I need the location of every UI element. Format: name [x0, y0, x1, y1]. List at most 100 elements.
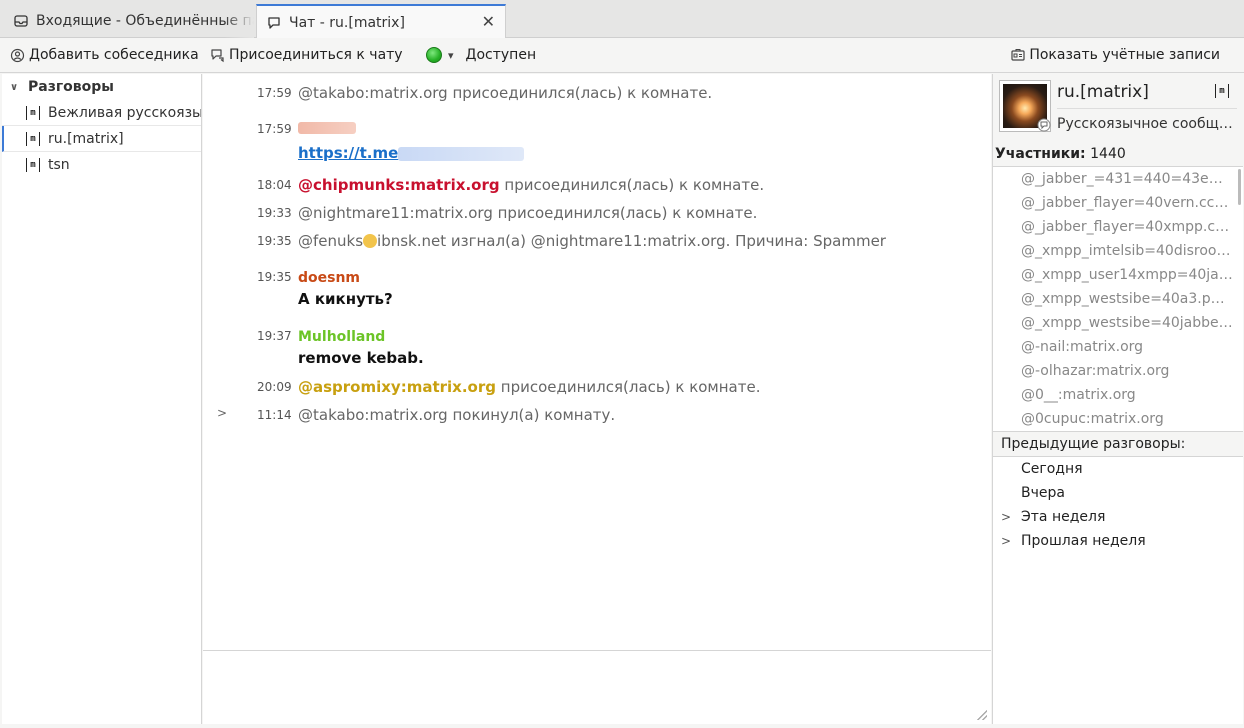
tab-bar: Входящие - Объединённые папки Чат - ru.[… [0, 0, 1244, 39]
message-text-b: ibnsk.net изгнал(а) @nightmare11:matrix.… [377, 232, 886, 250]
add-contact-icon [10, 48, 25, 62]
previous-item-label: Прошлая неделя [1021, 533, 1146, 549]
message-time: 18:04 [257, 178, 292, 192]
message-author-redacted [298, 122, 356, 138]
message-text: @chipmunks:matrix.org присоединился(лась… [298, 176, 764, 194]
tab-inbox[interactable]: Входящие - Объединённые папки [4, 4, 254, 38]
message-text: @fenuks ibnsk.net изгнал(а) @nightmare11:… [298, 232, 886, 250]
chevron-down-icon: ∨ [10, 81, 19, 93]
previous-item-today[interactable]: Сегодня [993, 457, 1243, 481]
chevron-right-icon[interactable]: > [1001, 505, 1011, 529]
join-chat-button[interactable]: Присоединиться к чату [210, 38, 403, 72]
message-input-area [203, 650, 991, 724]
message-nick[interactable]: @aspromixy:matrix.org [298, 378, 496, 396]
show-accounts-label: Показать учётные записи [1029, 47, 1220, 63]
add-contact-label: Добавить собеседника [29, 47, 199, 63]
chat-icon [268, 16, 280, 29]
status-online-icon [426, 47, 442, 63]
message-time: 19:37 [257, 329, 292, 343]
join-chat-icon [211, 48, 224, 62]
divider [1057, 108, 1237, 109]
participant-item[interactable]: @_jabber_=431=440=43e=43... [993, 167, 1243, 191]
participant-item[interactable]: @-nail:matrix.org [993, 335, 1243, 359]
participant-item[interactable]: @_xmpp_westsibe=40a3.pm:... [993, 287, 1243, 311]
message-input[interactable] [203, 651, 991, 724]
message-text: @aspromixy:matrix.org присоединился(лась… [298, 378, 761, 396]
message-time: 19:33 [257, 206, 292, 220]
add-contact-button[interactable]: Добавить собеседника [10, 38, 199, 72]
participant-item[interactable]: @_jabber_flayer=40vern.cc:ve... [993, 191, 1243, 215]
message-text: @takabo:matrix.org покинул(а) комнату. [298, 406, 616, 424]
chevron-right-icon[interactable]: > [217, 406, 227, 420]
chevron-right-icon[interactable]: > [1001, 529, 1011, 553]
status-label: Доступен [465, 47, 537, 63]
participants-header: Участники: 1440 [995, 146, 1126, 162]
room-info-panel: ru.[matrix] m Русскоязычное сообщество У… [992, 74, 1244, 724]
message-text-a: @fenuks [298, 232, 364, 250]
participant-item[interactable]: @_xmpp_imtelsib=40disroot.... [993, 239, 1243, 263]
conversation-label: Вежливая русскоязычная [48, 104, 201, 121]
join-chat-label: Присоединиться к чату [229, 47, 403, 63]
conversation-item-selected[interactable]: m ru.[matrix] [2, 126, 201, 152]
participants-label: Участники: [995, 146, 1086, 162]
close-icon[interactable]: ✕ [482, 14, 495, 30]
matrix-icon: m [26, 105, 40, 120]
message-text: @nightmare11:matrix.org присоединился(ла… [298, 204, 758, 222]
previous-item-label: Эта неделя [1021, 509, 1106, 525]
message-body: А кикнуть? [298, 290, 393, 308]
smile-emoji-icon [363, 234, 378, 248]
participant-item[interactable]: @_xmpp_westsibe=40jabber.r... [993, 311, 1243, 335]
conversation-item[interactable]: m tsn [2, 152, 201, 178]
conversations-header[interactable]: ∨ Разговоры [2, 74, 201, 100]
resize-grip-icon[interactable] [977, 710, 987, 720]
previous-item-this-week[interactable]: > Эта неделя [993, 505, 1243, 529]
message-link[interactable]: https://t.me [298, 144, 398, 162]
participants-count: 1440 [1090, 146, 1126, 162]
toolbar: Добавить собеседника Присоединиться к ча… [0, 38, 1244, 73]
participant-item[interactable]: @_xmpp_user14xmpp=40jab... [993, 263, 1243, 287]
room-header: ru.[matrix] m Русскоязычное сообщество [993, 74, 1244, 144]
message-time: 19:35 [257, 270, 292, 284]
participant-item[interactable]: @-olhazar:matrix.org [993, 359, 1243, 383]
tab-fade [224, 4, 254, 38]
message-time: 17:59 [257, 122, 292, 136]
redacted-link [398, 146, 525, 161]
matrix-icon: m [26, 158, 40, 172]
message-body: remove kebab. [298, 349, 424, 367]
previous-item-last-week[interactable]: > Прошлая неделя [993, 529, 1243, 553]
chat-log[interactable]: 17:59 @takabo:matrix.org присоединился(л… [203, 74, 991, 650]
room-name: ru.[matrix] [1057, 82, 1149, 102]
participants-list[interactable]: @_jabber_=431=440=43e=43... @_jabber_fla… [993, 166, 1243, 432]
tab-chat[interactable]: Чат - ru.[matrix] ✕ [256, 4, 506, 39]
status-selector[interactable]: ▾ Доступен [426, 38, 536, 72]
message-time: 17:59 [257, 86, 292, 100]
message-nick[interactable]: @chipmunks:matrix.org [298, 176, 500, 194]
previous-conversations-list: Сегодня Вчера > Эта неделя > Прошлая нед… [993, 456, 1243, 724]
participant-item[interactable]: @0cupuc:matrix.org [993, 407, 1243, 431]
previous-item-label: Вчера [1021, 485, 1065, 501]
show-accounts-button[interactable]: Показать учётные записи [1011, 38, 1220, 72]
previous-item-yesterday[interactable]: Вчера [993, 481, 1243, 505]
message-author[interactable]: Mulholland [298, 329, 385, 345]
participants-scrollbar[interactable] [1238, 169, 1241, 205]
message-time: 11:14 [257, 408, 292, 422]
message-text-rest: присоединился(лась) к комнате. [499, 176, 765, 194]
message-time: 19:35 [257, 234, 292, 248]
chat-status-icon [1037, 118, 1051, 132]
participant-item[interactable]: @0__:matrix.org [993, 383, 1243, 407]
conversations-header-label: Разговоры [28, 79, 114, 95]
conversation-label: ru.[matrix] [48, 130, 124, 147]
message-time: 20:09 [257, 380, 292, 394]
inbox-icon [14, 15, 28, 27]
participant-item[interactable]: @_jabber_flayer=40xmpp.cz:v... [993, 215, 1243, 239]
tab-inbox-label: Входящие - Объединённые папки [36, 13, 254, 29]
room-topic: Русскоязычное сообщество [1057, 116, 1239, 132]
message-author[interactable]: doesnm [298, 270, 360, 286]
matrix-icon: m [1215, 84, 1229, 98]
previous-item-label: Сегодня [1021, 461, 1083, 477]
previous-conversations-header: Предыдущие разговоры: [1001, 436, 1186, 452]
conversation-item[interactable]: m Вежливая русскоязычная [2, 100, 201, 126]
tab-chat-label: Чат - ru.[matrix] [289, 14, 405, 31]
message-text: @takabo:matrix.org присоединился(лась) к… [298, 84, 713, 102]
accounts-icon [1011, 49, 1025, 61]
